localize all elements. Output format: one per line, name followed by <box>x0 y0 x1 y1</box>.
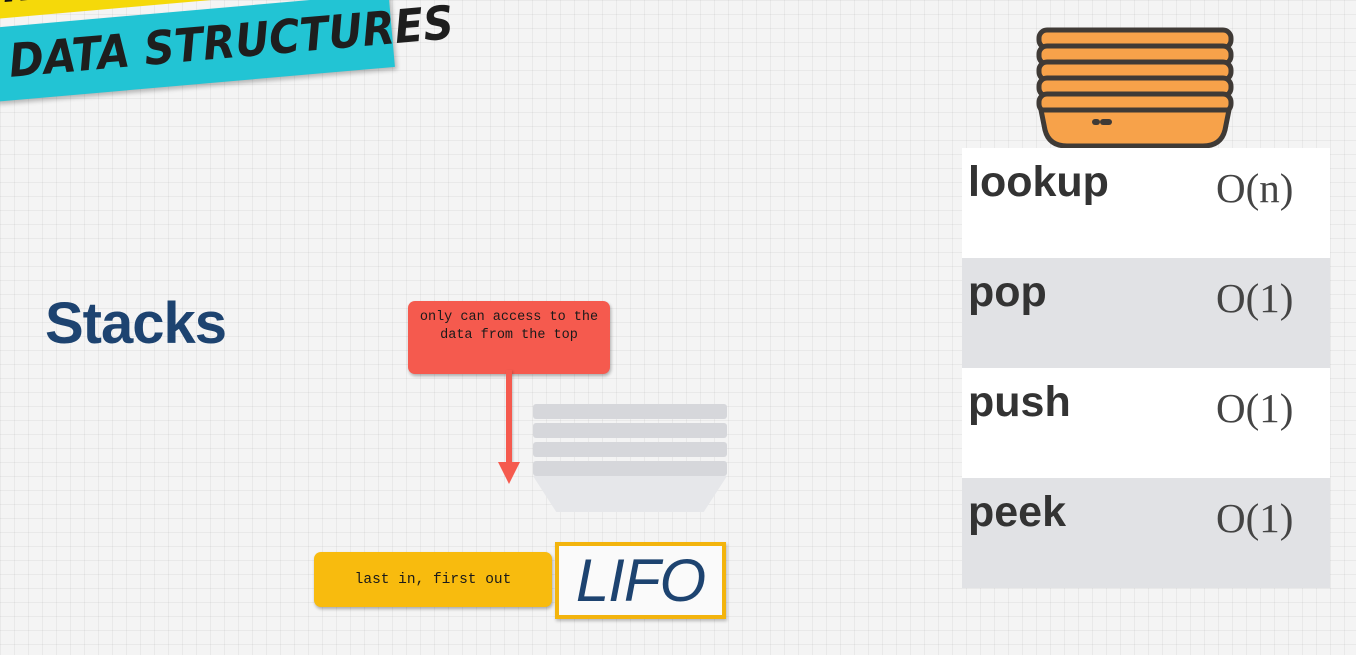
faded-plate <box>533 461 727 476</box>
operation-name: push <box>968 378 1071 426</box>
operation-complexity: O(n) <box>1216 165 1294 211</box>
table-row-push: push O(1) <box>962 368 1330 478</box>
lifo-label: LIFO <box>575 547 706 614</box>
operation-name: lookup <box>968 158 1109 206</box>
faded-plate <box>533 423 727 438</box>
lifo-label-box: LIFO <box>555 542 726 619</box>
faded-plate <box>533 442 727 457</box>
slide-title: Stacks <box>45 291 227 356</box>
operation-complexity: O(1) <box>1216 275 1294 321</box>
operation-name: peek <box>968 488 1067 536</box>
table-row-pop: pop O(1) <box>962 258 1330 368</box>
access-callout: only can access to the data from the top <box>408 301 610 374</box>
operation-complexity: O(1) <box>1216 495 1294 541</box>
complexity-table: lookup O(n) pop O(1) push O(1) peek O(1) <box>962 148 1330 588</box>
operation-name: pop <box>968 268 1047 316</box>
plate-stack-icon <box>1036 27 1234 149</box>
table-row-peek: peek O(1) <box>962 478 1330 588</box>
course-banner-text: DATA STRUCTURES <box>6 0 456 88</box>
down-arrow-icon <box>506 370 512 466</box>
lifo-note: last in, first out <box>314 552 552 607</box>
operation-complexity: O(1) <box>1216 385 1294 431</box>
faded-bowl <box>533 476 727 512</box>
down-arrow-head-icon <box>498 462 520 484</box>
course-banner: DATA STRUCTURES <box>0 0 456 102</box>
faded-plate-stack-icon <box>531 404 729 512</box>
table-row-lookup: lookup O(n) <box>962 148 1330 258</box>
stack-bowl <box>1038 107 1232 149</box>
faded-plate <box>533 404 727 419</box>
